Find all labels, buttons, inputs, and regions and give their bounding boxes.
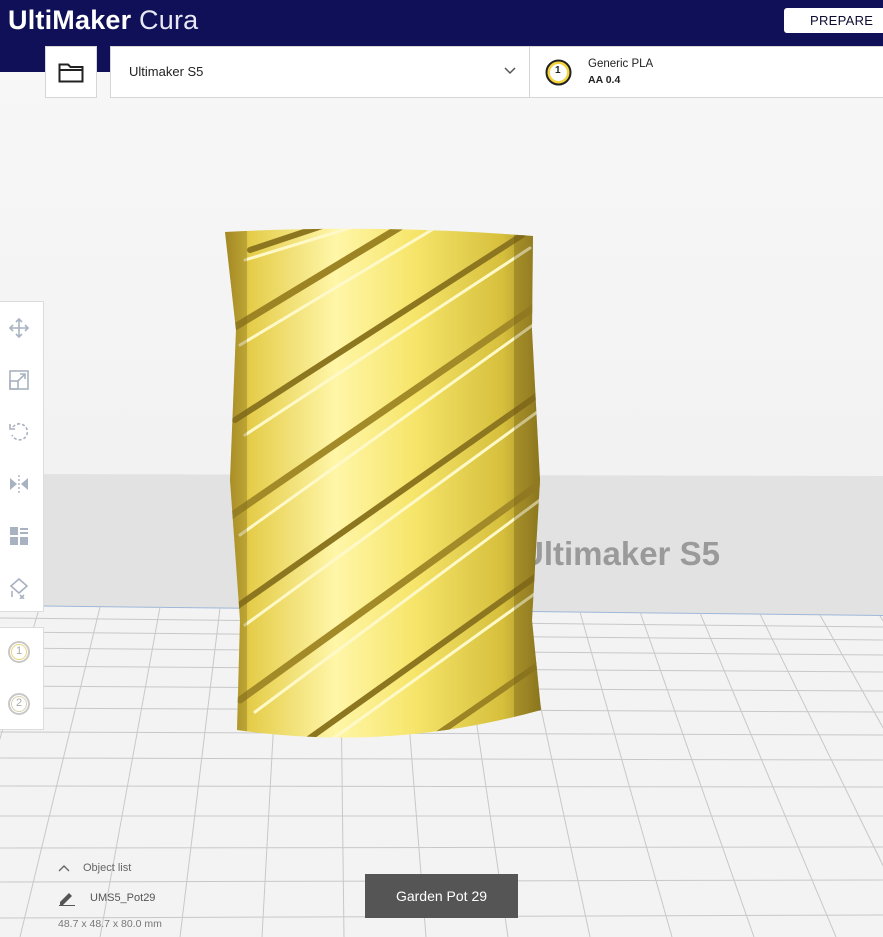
extruder-2-label: 2 xyxy=(16,697,23,709)
build-plate-label: Ultimaker S5 xyxy=(520,535,720,572)
extruder-1-button[interactable]: 1 xyxy=(7,640,31,664)
scene: Ultimaker S5 xyxy=(0,72,883,937)
extruder-number: 1 xyxy=(555,65,561,76)
rotate-tool-button[interactable] xyxy=(6,419,32,445)
per-model-settings-icon xyxy=(10,527,28,545)
object-dimensions: 48.7 x 48.7 x 80.0 mm xyxy=(58,918,162,930)
object-list-toggle[interactable]: Object list xyxy=(58,862,131,874)
extruder-1-label: 1 xyxy=(16,645,23,657)
prepare-stage-button[interactable]: PREPARE xyxy=(784,8,883,33)
brand-product: Cura xyxy=(139,5,199,35)
mirror-icon xyxy=(10,475,28,493)
move-tool-button[interactable] xyxy=(6,315,32,341)
mirror-tool-button[interactable] xyxy=(6,471,32,497)
extruder-2-button[interactable]: 2 xyxy=(7,692,31,716)
object-list-item[interactable]: UMS5_Pot29 xyxy=(58,890,155,906)
object-list-panel: Object list UMS5_Pot29 48.7 x 48.7 x 80.… xyxy=(58,860,318,935)
open-file-button[interactable] xyxy=(45,46,97,98)
move-icon xyxy=(8,317,30,339)
per-model-settings-button[interactable] xyxy=(6,523,32,549)
nozzle-name: AA 0.4 xyxy=(588,74,621,86)
extruder-selector: 1 2 xyxy=(0,627,44,730)
printer-name: Ultimaker S5 xyxy=(129,64,204,79)
support-blocker-icon xyxy=(9,577,29,599)
printer-selector[interactable]: Ultimaker S5 xyxy=(111,47,530,97)
support-blocker-button[interactable] xyxy=(6,575,32,601)
app-logo: UltiMaker Cura xyxy=(8,3,198,37)
job-name-label[interactable]: Garden Pot 29 xyxy=(365,874,518,918)
chevron-down-icon xyxy=(504,67,516,75)
object-list-header: Object list xyxy=(83,862,132,874)
extruder-configuration[interactable]: 1 Generic PLA AA 0.4 xyxy=(531,47,883,97)
tool-panel xyxy=(0,301,44,612)
object-name: UMS5_Pot29 xyxy=(90,892,156,904)
model-garden-pot[interactable] xyxy=(225,215,545,760)
scale-icon xyxy=(9,370,29,390)
chevron-up-icon xyxy=(58,865,70,872)
3d-viewport[interactable]: Ultimaker S5 xyxy=(0,72,883,937)
rotate-icon xyxy=(9,423,29,441)
folder-icon xyxy=(58,63,84,83)
scale-tool-button[interactable] xyxy=(6,367,32,393)
material-name: Generic PLA xyxy=(588,58,654,70)
brand-name: UltiMaker xyxy=(8,5,132,35)
printer-config-bar: Ultimaker S5 1 Generic PLA AA 0.4 xyxy=(110,46,883,98)
pencil-icon xyxy=(59,893,75,906)
